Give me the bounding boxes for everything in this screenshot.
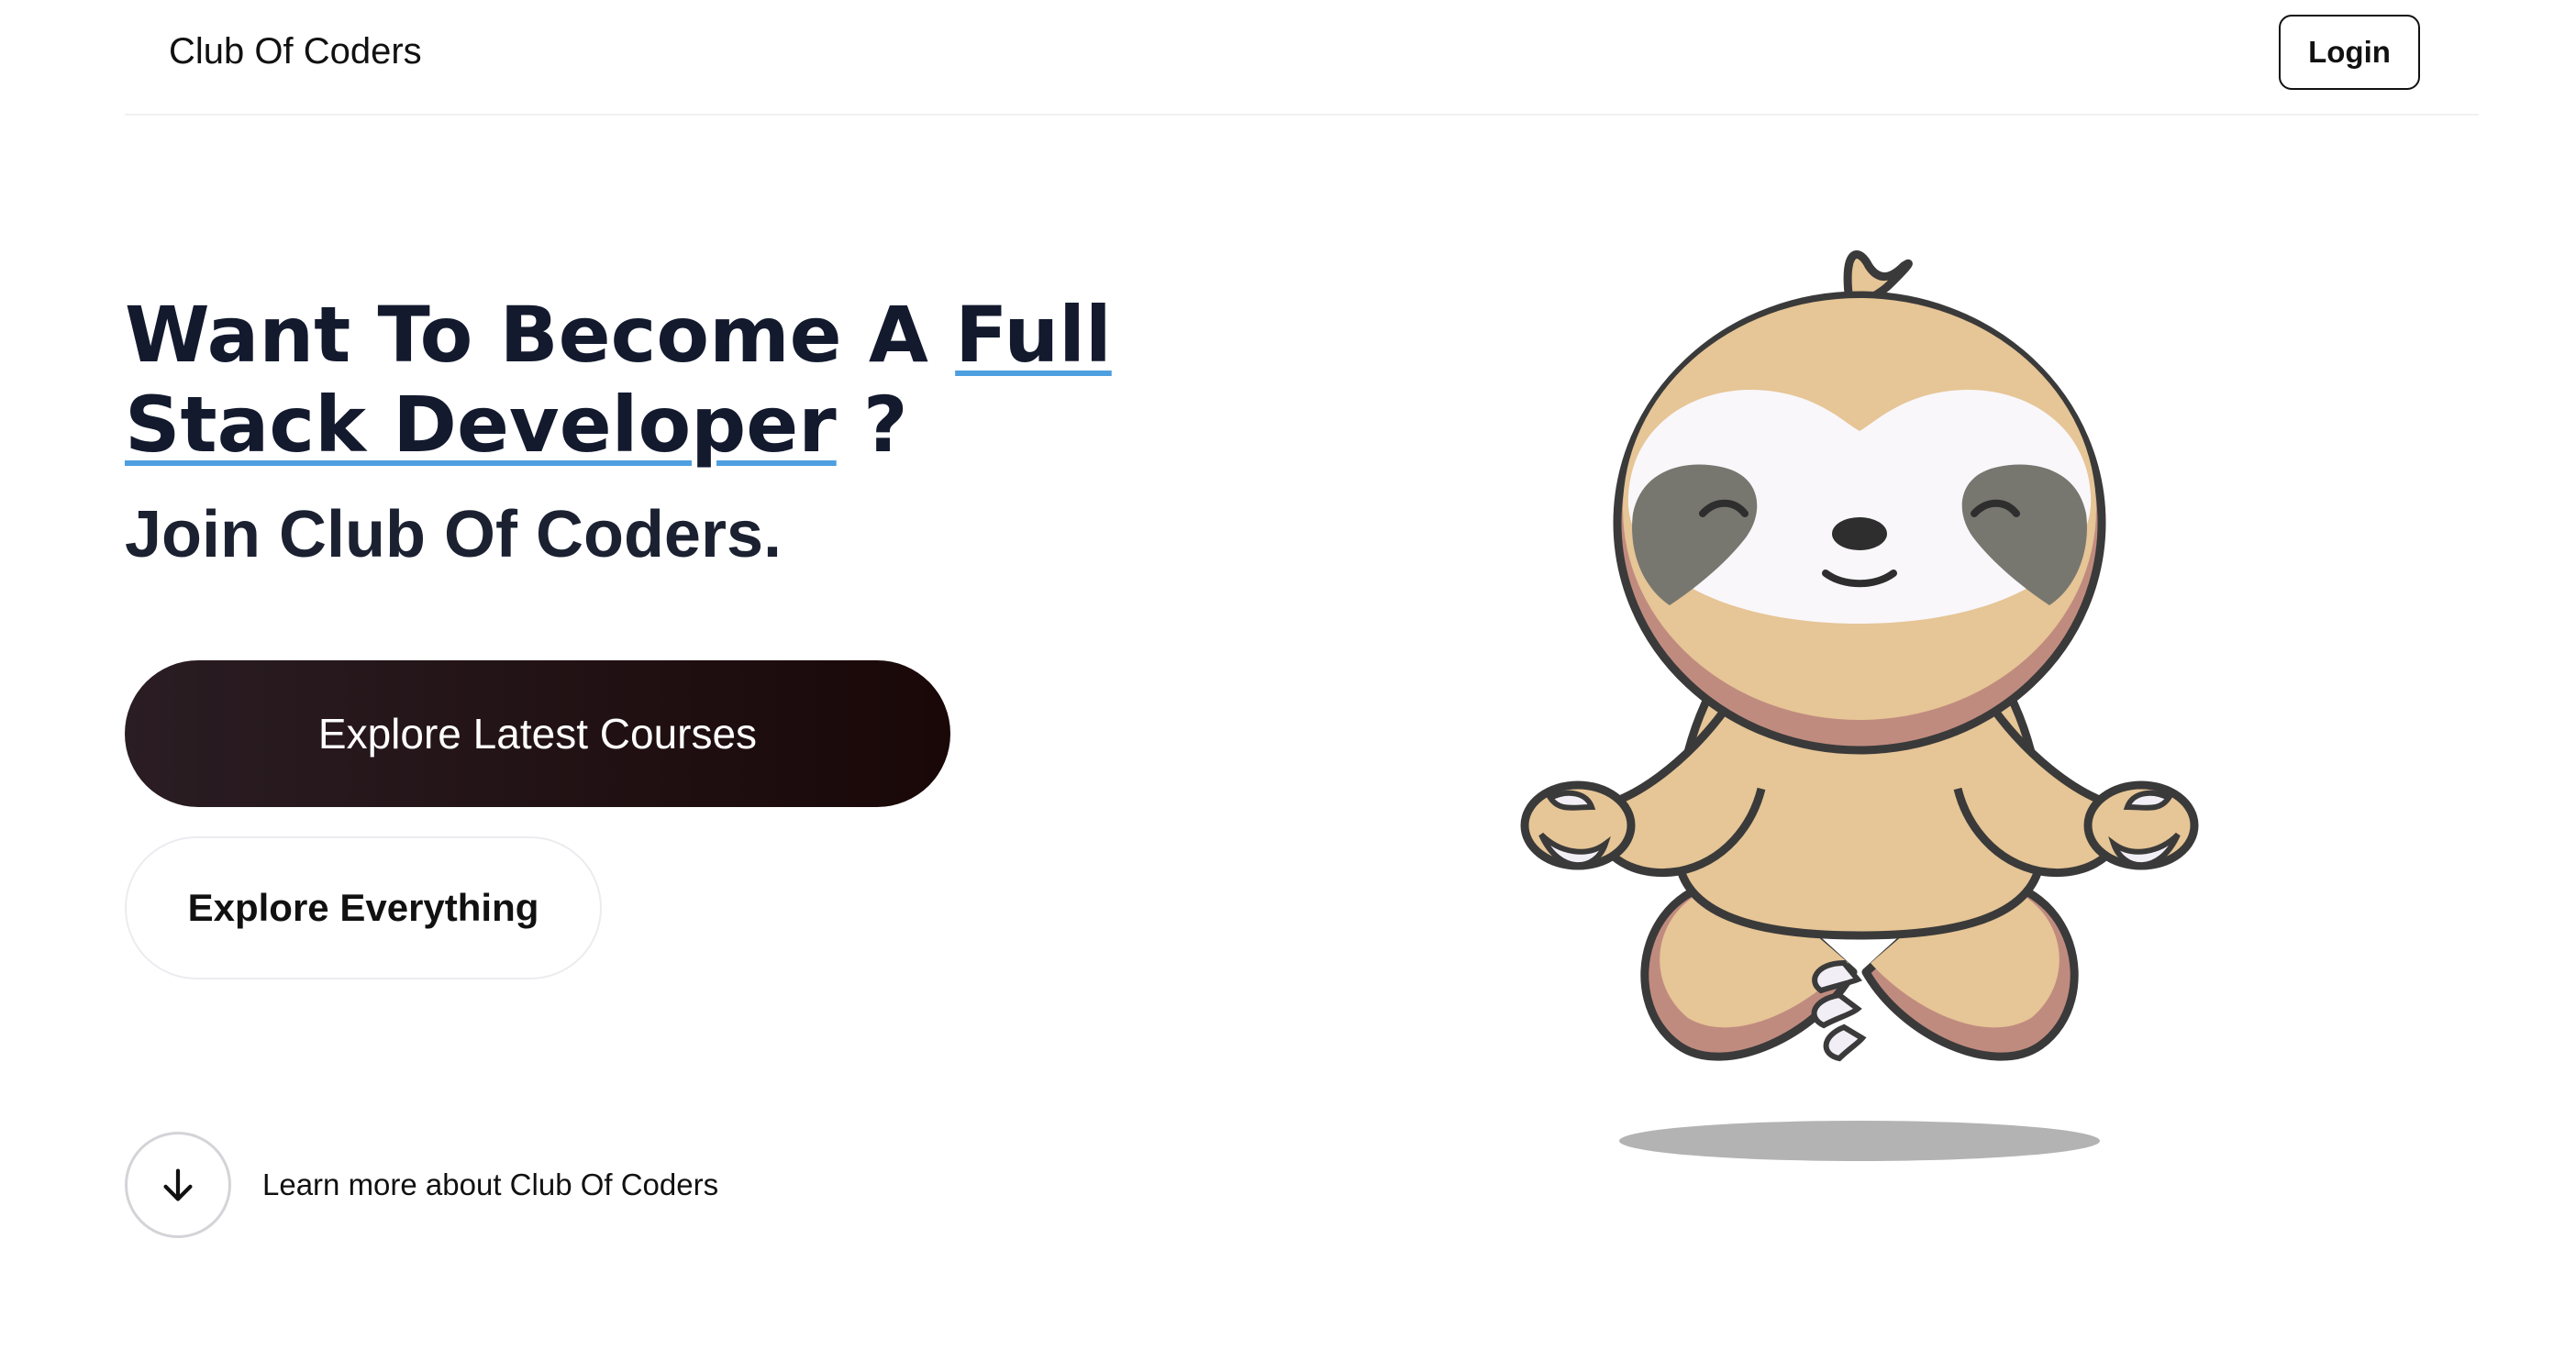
- meditating-sloth-illustration: [1520, 250, 2199, 1161]
- learn-more-link[interactable]: Learn more about Club Of Coders: [125, 1132, 718, 1238]
- learn-more-text: Learn more about Club Of Coders: [262, 1167, 719, 1201]
- login-button[interactable]: Login: [2279, 15, 2420, 90]
- explore-latest-courses-button[interactable]: Explore Latest Courses: [125, 660, 950, 807]
- sloth-head: [1613, 250, 2106, 755]
- arrow-down-icon: [163, 1168, 193, 1201]
- hero-title-part2: ?: [836, 380, 908, 470]
- sloth-right-hand: [2083, 780, 2199, 870]
- sloth-ground-shadow: [1619, 1121, 2100, 1161]
- sloth-left-hand: [1520, 780, 1636, 870]
- explore-everything-button[interactable]: Explore Everything: [125, 836, 602, 979]
- hero-title-part1: Want To Become A: [125, 290, 956, 380]
- sloth-foot-claws: [1811, 959, 1867, 1062]
- top-navbar: Club Of Coders Login: [125, 0, 2479, 116]
- hero-subtitle: Join Club Of Coders.: [125, 498, 783, 571]
- hero-title: Want To Become A Full Stack Developer ?: [125, 290, 1134, 470]
- brand-logo-text[interactable]: Club Of Coders: [169, 31, 422, 72]
- learn-more-circle-button[interactable]: [125, 1132, 231, 1238]
